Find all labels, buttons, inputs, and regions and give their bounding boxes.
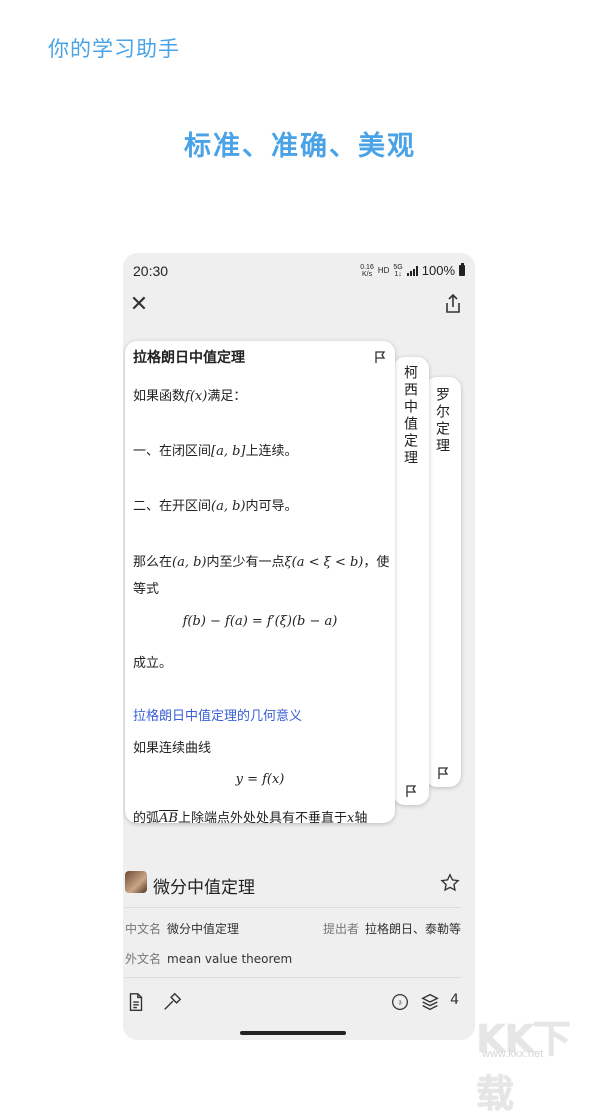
battery-icon	[459, 263, 465, 276]
status-time: 20:30	[133, 263, 169, 279]
timer-icon[interactable]: 3	[389, 991, 411, 1013]
divider	[125, 977, 461, 978]
flag-icon[interactable]	[373, 349, 387, 363]
card-lagrange-title: 拉格朗日中值定理	[133, 350, 245, 366]
close-icon[interactable]: ✕	[127, 293, 151, 317]
meta-proposer: 提出者 拉格朗日、泰勒等	[322, 922, 461, 936]
formula-curve: y = f(x)	[235, 772, 285, 787]
text-line: 如果函数f(x)满足：	[133, 389, 247, 404]
svg-text:3: 3	[398, 1000, 401, 1006]
meta-chinese-name: 中文名 微分中值定理	[125, 922, 240, 936]
network-type: 5G 1↓	[393, 263, 403, 278]
top-bar: ✕	[123, 291, 475, 321]
hd-label: HD	[377, 266, 390, 275]
document-icon[interactable]	[125, 991, 147, 1013]
card-rolle[interactable]: 罗尔定理	[425, 377, 461, 787]
divider	[125, 907, 461, 908]
tagline: 你的学习助手	[48, 37, 180, 61]
net-speed: 0.16 K/s	[360, 263, 374, 278]
home-indicator[interactable]	[240, 1031, 346, 1035]
text-line: 成立。	[133, 656, 173, 671]
layers-icon[interactable]	[419, 991, 441, 1013]
card-cauchy[interactable]: 柯西中值定理	[393, 357, 429, 805]
card-lagrange[interactable]: 拉格朗日中值定理 如果函数f(x)满足： 一、在闭区间[a, b]上连续。 二、…	[125, 341, 395, 823]
flag-icon[interactable]	[436, 765, 450, 779]
card-cauchy-title: 柯西中值定理	[402, 365, 418, 467]
text-line: 如果连续曲线	[133, 741, 212, 756]
geometric-meaning-link[interactable]: 拉格朗日中值定理的几何意义	[133, 705, 302, 724]
watermark-logo: KK下载 www.kkx.net	[476, 1017, 571, 1116]
card-rolle-title: 罗尔定理	[434, 387, 450, 455]
text-line: 二、在开区间(a, b)内可导。	[133, 499, 298, 514]
entry-panel: 微分中值定理 中文名 微分中值定理 提出者 拉格朗日、泰勒等 外文名 mean val…	[123, 861, 475, 1040]
bottom-toolbar: 3 4	[123, 989, 475, 1019]
hammer-icon[interactable]	[161, 991, 183, 1013]
meta-foreign-name: 外文名 mean value theorem	[125, 952, 293, 966]
text-line: 等式	[133, 582, 160, 597]
text-line: 那么在(a, b)内至少有一点ξ(a < ξ < b)，使	[133, 555, 390, 570]
entry-title: 微分中值定理	[153, 878, 255, 898]
headline: 标准、准确、美观	[184, 131, 416, 162]
card-count: 4	[450, 992, 459, 1008]
avatar	[125, 871, 147, 893]
signal-icon	[406, 265, 418, 276]
flag-icon[interactable]	[404, 783, 418, 797]
text-line: 的弧AB上除端点外处处具有不垂直于x轴	[133, 811, 368, 823]
phone-screen: 20:30 0.16 K/s HD 5G 1↓ 100% ✕ 罗尔定理 柯西中值…	[123, 253, 475, 1040]
battery-level: 100%	[421, 263, 455, 278]
status-bar: 20:30 0.16 K/s HD 5G 1↓ 100%	[133, 261, 465, 281]
star-icon[interactable]	[439, 872, 461, 894]
text-line: 一、在闭区间[a, b]上连续。	[133, 444, 298, 459]
share-icon[interactable]	[441, 292, 465, 316]
formula-lagrange: f(b) − f(a) = f′(ξ)(b − a)	[182, 614, 338, 629]
